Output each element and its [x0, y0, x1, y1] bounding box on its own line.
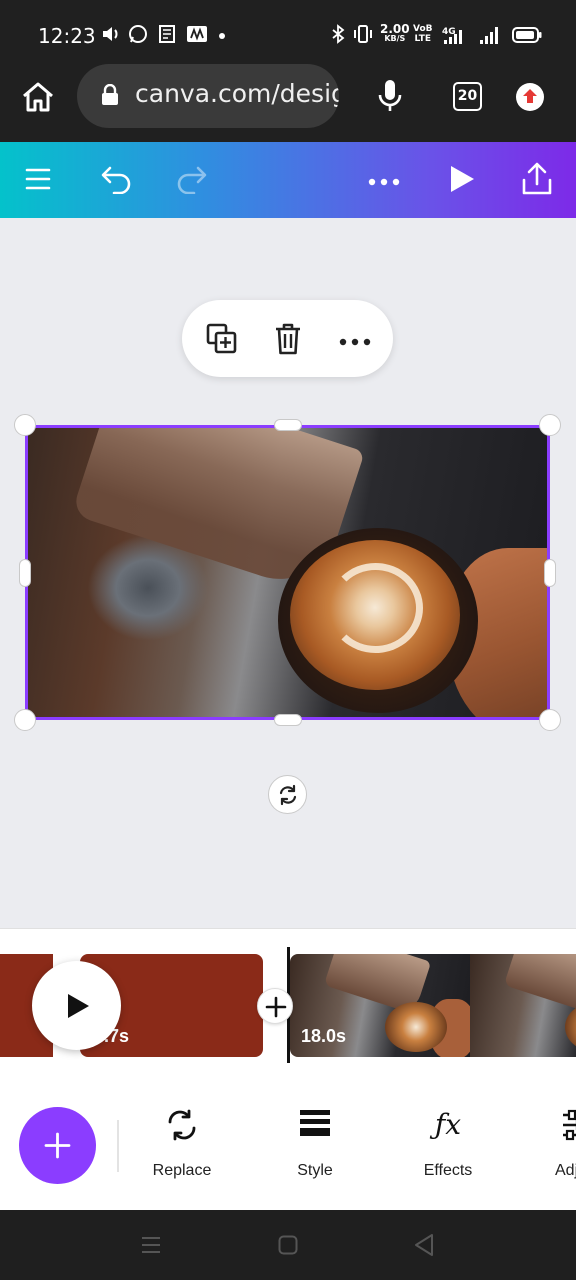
more-notifications-dot: [217, 26, 227, 46]
effects-icon: ƒx: [434, 1108, 462, 1141]
status-bar: 12:23 2.00 KB/S VoB LTE 4G: [0, 0, 576, 68]
plus-icon: [265, 996, 287, 1023]
clip-2-duration: 18.0s: [301, 1026, 347, 1046]
resize-handle-top-right[interactable]: [539, 414, 561, 436]
volte-indicator: VoB LTE: [413, 24, 433, 44]
effects-tool-button[interactable]: ƒx Effects: [403, 1080, 493, 1210]
timeline: 4.7s 18.0s: [0, 928, 576, 1080]
timeline-play-button[interactable]: [32, 961, 121, 1050]
play-icon: [66, 992, 90, 1025]
vibrate-icon: [352, 24, 374, 49]
microphone-icon[interactable]: [376, 78, 404, 119]
home-icon[interactable]: [20, 80, 56, 119]
bottom-toolbar: Replace Style ƒx Effects Adjust: [0, 1080, 576, 1210]
editor-canvas: [0, 218, 576, 928]
present-play-icon[interactable]: [448, 164, 476, 199]
undo-icon[interactable]: [100, 164, 134, 199]
home-nav-icon[interactable]: [278, 1235, 298, 1260]
network-speed: 2.00 KB/S: [380, 22, 410, 43]
style-icon: [299, 1108, 331, 1143]
resize-handle-top-left[interactable]: [14, 414, 36, 436]
browser-bar: canva.com/design 20: [0, 64, 576, 142]
toolbar-divider: [117, 1120, 119, 1172]
add-transition-button[interactable]: [257, 988, 293, 1024]
signal-4g-icon: 4G: [442, 24, 502, 51]
whatsapp-icon: [128, 24, 148, 49]
news-icon: [157, 24, 177, 49]
rotate-handle[interactable]: [268, 775, 307, 814]
svg-text:4G: 4G: [442, 27, 456, 37]
more-element-options-icon[interactable]: [339, 334, 371, 352]
timeline-clip-2[interactable]: 18.0s: [290, 954, 576, 1057]
resize-handle-right[interactable]: [544, 559, 556, 587]
latte-art-video: [28, 428, 547, 717]
replace-icon: [165, 1108, 199, 1147]
more-options-icon[interactable]: [368, 174, 400, 192]
update-icon[interactable]: [515, 82, 545, 117]
back-nav-icon[interactable]: [413, 1233, 435, 1262]
system-nav-bar: [0, 1210, 576, 1280]
battery-icon: [512, 27, 542, 48]
volume-icon: [101, 24, 121, 49]
tab-switcher-button[interactable]: 20: [453, 82, 482, 111]
resize-handle-bottom-right[interactable]: [539, 709, 561, 731]
replace-tool-button[interactable]: Replace: [137, 1080, 227, 1210]
address-bar[interactable]: canva.com/design: [77, 64, 339, 128]
selected-video-element[interactable]: [25, 425, 550, 720]
menu-icon[interactable]: [25, 166, 51, 197]
editor-toolbar: [0, 142, 576, 218]
delete-icon[interactable]: [274, 322, 302, 361]
plus-icon: [44, 1132, 71, 1164]
duplicate-icon[interactable]: [206, 323, 238, 360]
share-icon[interactable]: [521, 162, 553, 201]
resize-handle-bottom[interactable]: [274, 714, 302, 726]
style-tool-button[interactable]: Style: [270, 1080, 360, 1210]
redo-icon[interactable]: [174, 164, 208, 199]
adjust-icon: [561, 1108, 576, 1147]
resize-handle-top[interactable]: [274, 419, 302, 431]
status-time: 12:23: [38, 24, 96, 48]
resize-handle-left[interactable]: [19, 559, 31, 587]
rotate-icon: [277, 784, 299, 811]
add-element-button[interactable]: [19, 1107, 96, 1184]
element-context-menu: [182, 300, 393, 377]
recent-apps-icon[interactable]: [141, 1235, 161, 1260]
bluetooth-icon: [330, 24, 346, 49]
app-notification-icon: [186, 24, 208, 49]
adjust-tool-button[interactable]: Adjust: [537, 1080, 576, 1210]
lock-icon: [101, 83, 119, 111]
resize-handle-bottom-left[interactable]: [14, 709, 36, 731]
url-text: canva.com/design: [135, 79, 339, 108]
